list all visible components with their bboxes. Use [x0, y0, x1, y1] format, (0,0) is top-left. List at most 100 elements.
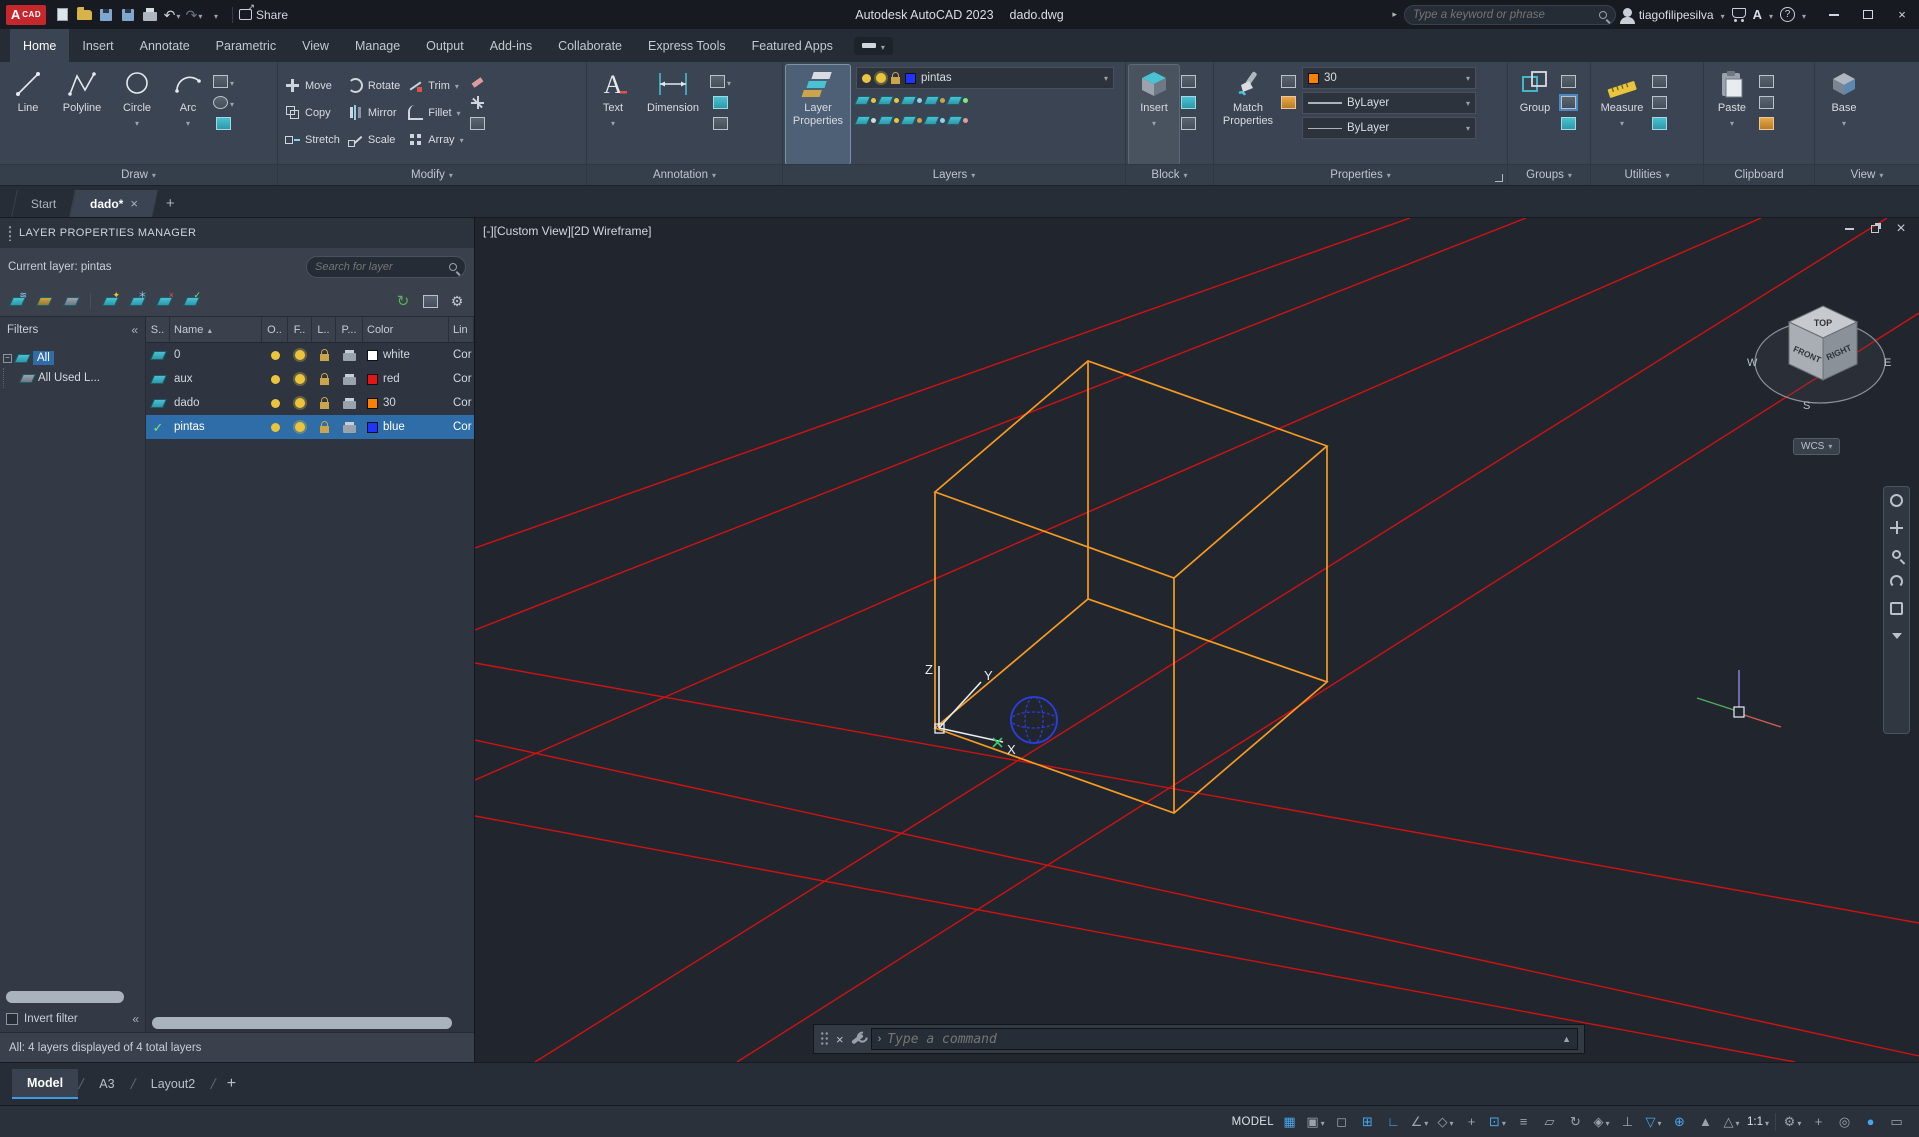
chevron-down-icon[interactable]: [198, 8, 202, 22]
layer-plot-cell[interactable]: [336, 349, 363, 361]
clipboard-panel-label[interactable]: Clipboard: [1704, 164, 1814, 185]
layer-freeze-cell[interactable]: [288, 374, 312, 384]
viewcube-south-label[interactable]: S: [1803, 400, 1810, 412]
polar-tracking-toggle[interactable]: ∠: [1407, 1110, 1432, 1134]
layer-on-cell[interactable]: [262, 351, 288, 360]
layer-linetype-cell[interactable]: Cor: [449, 397, 474, 409]
tab-insert[interactable]: Insert: [69, 29, 126, 62]
dynamic-ucs-toggle[interactable]: ⊥: [1615, 1110, 1640, 1134]
layer-plot-cell[interactable]: [336, 397, 363, 409]
block-panel-label[interactable]: Block: [1126, 164, 1213, 185]
move-button[interactable]: Move: [285, 72, 340, 99]
lineweight-dropdown[interactable]: ByLayer: [1302, 92, 1476, 114]
layer-plot-cell[interactable]: [336, 373, 363, 385]
new-property-filter-button[interactable]: ≋: [6, 291, 28, 311]
annotation-more-button[interactable]: [713, 115, 728, 132]
red-construction-lines[interactable]: [475, 218, 1919, 1062]
drawing-minimize-button[interactable]: [1841, 222, 1857, 236]
chevron-down-icon[interactable]: [1466, 72, 1470, 84]
copy-button[interactable]: Copy: [285, 99, 340, 126]
layer-lock-cell[interactable]: [312, 421, 336, 433]
chevron-down-icon[interactable]: [1502, 1114, 1506, 1129]
search-icon[interactable]: [449, 263, 457, 271]
tab-express-tools[interactable]: Express Tools: [635, 29, 739, 62]
layer-plot-cell[interactable]: [336, 421, 363, 433]
snap-toggle[interactable]: ▣: [1303, 1110, 1328, 1134]
layer-on-cell[interactable]: [262, 399, 288, 408]
rotate-button[interactable]: Rotate: [348, 72, 400, 99]
layer-isolate-button[interactable]: [879, 92, 899, 109]
chevron-down-icon[interactable]: [135, 117, 139, 130]
layer-name-cell[interactable]: 0: [170, 349, 262, 361]
object-snap-tracking-toggle[interactable]: +: [1459, 1110, 1484, 1134]
chevron-down-icon[interactable]: [1765, 1114, 1769, 1129]
blue-sphere-gizmo[interactable]: [1011, 697, 1057, 743]
tab-collaborate[interactable]: Collaborate: [545, 29, 635, 62]
layer-unlock-all-button[interactable]: [902, 112, 922, 129]
layer-lock-button[interactable]: [925, 92, 945, 109]
layer-lock-cell[interactable]: [312, 373, 336, 385]
tab-add-ins[interactable]: Add-ins: [477, 29, 545, 62]
infer-constraints-toggle[interactable]: ◻: [1329, 1110, 1354, 1134]
draw-panel-label[interactable]: Draw: [0, 164, 277, 185]
selection-filtering-toggle[interactable]: ▽: [1641, 1110, 1666, 1134]
navbar-more-button[interactable]: [1889, 628, 1904, 643]
isodraft-toggle[interactable]: ◇: [1433, 1110, 1458, 1134]
layer-on-cell[interactable]: [262, 423, 288, 432]
chevron-down-icon[interactable]: [460, 134, 464, 146]
chevron-down-icon[interactable]: [1657, 1114, 1661, 1129]
settings-button[interactable]: ⚙: [446, 291, 468, 311]
layer-row-pintas[interactable]: ✓ pintas blue Cor: [146, 415, 474, 439]
gizmo-toggle[interactable]: ⊕: [1667, 1110, 1692, 1134]
offset-button[interactable]: [470, 115, 485, 132]
customize-columns-button[interactable]: [419, 291, 441, 311]
dynamic-input-toggle[interactable]: ⊞: [1355, 1110, 1380, 1134]
lineweight-toggle[interactable]: ≡: [1511, 1110, 1536, 1134]
layer-color-cell[interactable]: 30: [363, 397, 449, 409]
layer-dropdown[interactable]: pintas: [856, 67, 1114, 89]
help-icon[interactable]: ?: [1780, 7, 1795, 22]
command-input-box[interactable]: › ▲: [871, 1028, 1578, 1050]
copy-clip-button[interactable]: [1759, 94, 1774, 111]
stretch-button[interactable]: Stretch: [285, 126, 340, 153]
search-input[interactable]: [1413, 9, 1593, 21]
layer-list-hscrollbar[interactable]: [152, 1017, 452, 1029]
refresh-button[interactable]: ↻: [392, 291, 414, 311]
cut-button[interactable]: [1759, 73, 1774, 90]
close-button[interactable]: ×: [1885, 0, 1919, 29]
id-point-button[interactable]: [1652, 115, 1667, 132]
set-current-layer-button[interactable]: ✓: [180, 291, 202, 311]
tab-home[interactable]: Home: [10, 29, 69, 62]
column-plot[interactable]: P...: [336, 317, 363, 342]
save-button[interactable]: [96, 4, 116, 26]
text-button[interactable]: A Text: [590, 65, 636, 164]
match-properties-button[interactable]: Match Properties: [1217, 65, 1279, 164]
attributes-button[interactable]: [1181, 115, 1196, 132]
graphics-performance-button[interactable]: ●: [1858, 1110, 1883, 1134]
column-freeze[interactable]: F..: [288, 317, 312, 342]
command-line[interactable]: × › ▲: [813, 1024, 1585, 1054]
isolate-objects-button[interactable]: ◎: [1832, 1110, 1857, 1134]
palette-grip-icon[interactable]: [8, 225, 12, 241]
make-current-button[interactable]: [948, 92, 968, 109]
tree-all-label[interactable]: All: [33, 351, 54, 365]
layer-thaw-all-button[interactable]: [879, 112, 899, 129]
line-button[interactable]: Line: [3, 65, 53, 164]
ellipse-tool-button[interactable]: [213, 94, 234, 111]
layer-linetype-cell[interactable]: Cor: [449, 349, 474, 361]
layer-lock-cell[interactable]: [312, 397, 336, 409]
fillet-button[interactable]: Fillet: [408, 99, 463, 126]
insert-button[interactable]: Insert: [1129, 65, 1179, 164]
viewcube-east-label[interactable]: E: [1884, 357, 1891, 369]
layer-match-button[interactable]: [925, 112, 945, 129]
chevron-down-icon[interactable]: [1802, 8, 1806, 22]
layer-properties-button[interactable]: Layer Properties: [786, 65, 850, 164]
model-space-toggle[interactable]: MODEL: [1230, 1110, 1276, 1134]
chevron-down-icon[interactable]: [1842, 117, 1846, 130]
delete-layer-button[interactable]: ×: [153, 291, 175, 311]
chevron-down-icon[interactable]: [1769, 8, 1773, 22]
layer-color-cell[interactable]: red: [363, 373, 449, 385]
chevron-down-icon[interactable]: [1730, 117, 1734, 130]
scale-button[interactable]: Scale: [348, 126, 400, 153]
column-name[interactable]: Name: [170, 317, 262, 342]
